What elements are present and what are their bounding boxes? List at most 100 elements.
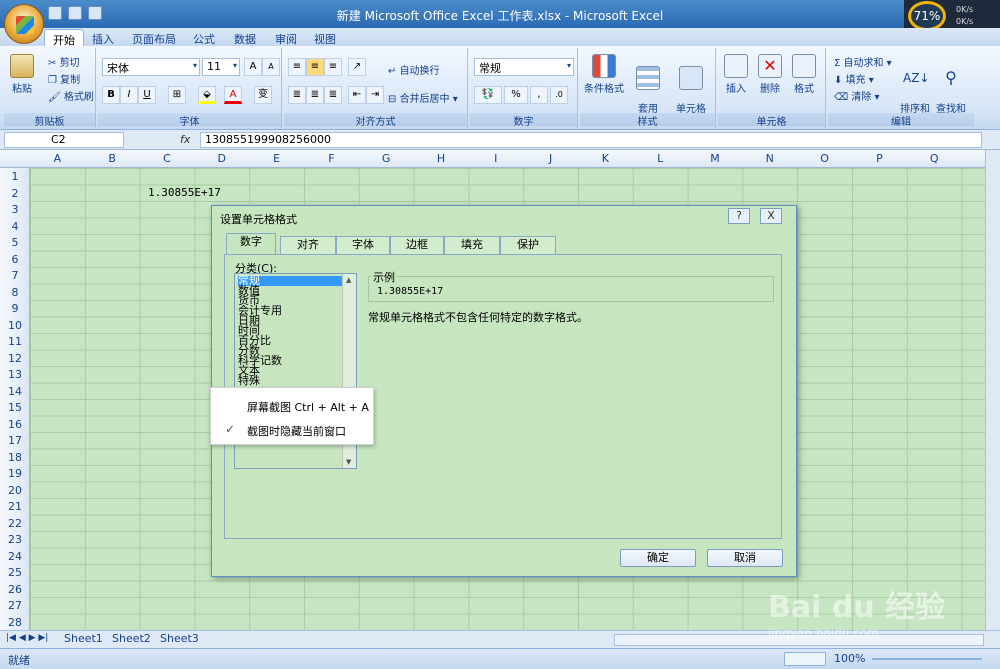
clear-button[interactable]: ⌫ 清除 ▾ [834, 88, 880, 103]
row-header[interactable]: 28 [0, 616, 30, 629]
tab-review[interactable]: 审阅 [267, 29, 305, 46]
font-size-select[interactable]: 11 [202, 58, 240, 76]
align-top-button[interactable]: ≡ [288, 58, 306, 76]
orientation-button[interactable]: ↗ [348, 58, 366, 76]
scroll-down-icon[interactable]: ▼ [346, 458, 351, 466]
tab-view[interactable]: 视图 [306, 29, 344, 46]
delete-cells-button[interactable]: ✕ 删除 [758, 54, 782, 95]
align-bottom-button[interactable]: ≡ [324, 58, 342, 76]
sheet-tab-2[interactable]: Sheet2 [112, 632, 151, 645]
row-header[interactable]: 27 [0, 599, 30, 612]
bold-button[interactable]: B [102, 86, 120, 104]
align-center-button[interactable]: ≣ [306, 86, 324, 104]
row-header[interactable]: 7 [0, 269, 30, 282]
vertical-scrollbar[interactable] [985, 150, 1000, 630]
row-header[interactable]: 16 [0, 418, 30, 431]
conditional-format-button[interactable]: 条件格式 [584, 54, 624, 95]
phonetic-button[interactable]: 变 [254, 86, 272, 104]
align-left-button[interactable]: ≣ [288, 86, 306, 104]
column-header[interactable]: G [359, 152, 414, 165]
font-color-button[interactable]: A [224, 86, 242, 104]
column-header[interactable]: O [797, 152, 852, 165]
percent-button[interactable]: % [504, 86, 528, 104]
row-header[interactable]: 12 [0, 352, 30, 365]
row-header[interactable]: 8 [0, 286, 30, 299]
row-header[interactable]: 1 [0, 170, 30, 183]
column-header[interactable]: P [852, 152, 907, 165]
decrease-indent-button[interactable]: ⇤ [348, 86, 366, 104]
column-header[interactable]: I [468, 152, 523, 165]
format-painter-button[interactable]: 🖌 格式刷 [48, 88, 94, 103]
increase-indent-button[interactable]: ⇥ [366, 86, 384, 104]
cut-button[interactable]: ✂ 剪切 [48, 54, 80, 69]
align-right-button[interactable]: ≣ [324, 86, 342, 104]
tab-fill[interactable]: 填充 [444, 236, 500, 254]
row-header[interactable]: 14 [0, 385, 30, 398]
row-header[interactable]: 2 [0, 187, 30, 200]
sheet-tab-3[interactable]: Sheet3 [160, 632, 199, 645]
column-header[interactable]: F [304, 152, 359, 165]
row-header[interactable]: 25 [0, 566, 30, 579]
row-header[interactable]: 4 [0, 220, 30, 233]
sheet-tab-1[interactable]: Sheet1 [64, 632, 103, 645]
ok-button[interactable]: 确定 [620, 549, 696, 567]
border-button[interactable]: ⊞ [168, 86, 186, 104]
name-box[interactable]: C2 [4, 132, 124, 148]
sheet-nav-icon[interactable]: |◀ ◀ ▶ ▶| [6, 633, 48, 643]
italic-button[interactable]: I [120, 86, 138, 104]
fill-color-button[interactable]: ⬙ [198, 86, 216, 104]
column-header[interactable]: K [578, 152, 633, 165]
dialog-close-button[interactable]: X [760, 208, 782, 224]
column-header[interactable]: M [688, 152, 743, 165]
hide-window-menu-item[interactable]: 截图时隐藏当前窗口 [247, 423, 346, 439]
fill-button[interactable]: ⬇ 填充 ▾ [834, 71, 874, 86]
column-header[interactable]: Q [907, 152, 962, 165]
category-special[interactable]: 特殊 [238, 375, 260, 386]
accounting-format-button[interactable]: 💱 [474, 86, 502, 104]
row-header[interactable]: 22 [0, 517, 30, 530]
row-header[interactable]: 19 [0, 467, 30, 480]
row-header[interactable]: 18 [0, 451, 30, 464]
row-header[interactable]: 3 [0, 203, 30, 216]
column-header[interactable]: B [85, 152, 140, 165]
column-header[interactable]: L [633, 152, 688, 165]
column-header[interactable]: H [414, 152, 469, 165]
insert-cells-button[interactable]: 插入 [724, 54, 748, 95]
tab-home[interactable]: 开始 [44, 29, 84, 47]
grow-font-button[interactable]: A [244, 58, 262, 76]
row-header[interactable]: 17 [0, 434, 30, 447]
row-header[interactable]: 20 [0, 484, 30, 497]
row-header[interactable]: 11 [0, 335, 30, 348]
tab-insert[interactable]: 插入 [84, 29, 122, 46]
row-header[interactable]: 5 [0, 236, 30, 249]
help-button[interactable]: ? [728, 208, 750, 224]
shrink-font-button[interactable]: A [262, 58, 280, 76]
comma-button[interactable]: , [530, 86, 548, 104]
office-button[interactable] [4, 4, 44, 44]
align-middle-button[interactable]: ≡ [306, 58, 324, 76]
column-header[interactable]: C [140, 152, 195, 165]
row-header[interactable]: 10 [0, 319, 30, 332]
row-header[interactable]: 13 [0, 368, 30, 381]
tab-font[interactable]: 字体 [336, 236, 390, 254]
row-header[interactable]: 24 [0, 550, 30, 563]
insert-function-icon[interactable]: fx [180, 133, 190, 146]
cell-c2-value[interactable]: 1.30855E+17 [148, 186, 221, 199]
tab-data[interactable]: 数据 [226, 29, 264, 46]
row-header[interactable]: 15 [0, 401, 30, 414]
paste-button[interactable]: 粘贴 [10, 54, 34, 95]
row-header[interactable]: 23 [0, 533, 30, 546]
tab-protection[interactable]: 保护 [500, 236, 556, 254]
row-header[interactable]: 26 [0, 583, 30, 596]
column-header[interactable]: E [249, 152, 304, 165]
scroll-up-icon[interactable]: ▲ [346, 276, 351, 284]
zoom-level[interactable]: 100% [834, 652, 865, 665]
copy-button[interactable]: ❐ 复制 [48, 71, 80, 86]
row-header[interactable]: 9 [0, 302, 30, 315]
font-name-select[interactable]: 宋体 [102, 58, 200, 76]
autosum-button[interactable]: Σ 自动求和 ▾ [834, 54, 892, 69]
underline-button[interactable]: U [138, 86, 156, 104]
number-format-select[interactable]: 常规 [474, 58, 574, 76]
increase-decimal-button[interactable]: .0 [550, 86, 568, 104]
screenshot-menu-item[interactable]: 屏幕截图 Ctrl + Alt + A [247, 399, 369, 415]
